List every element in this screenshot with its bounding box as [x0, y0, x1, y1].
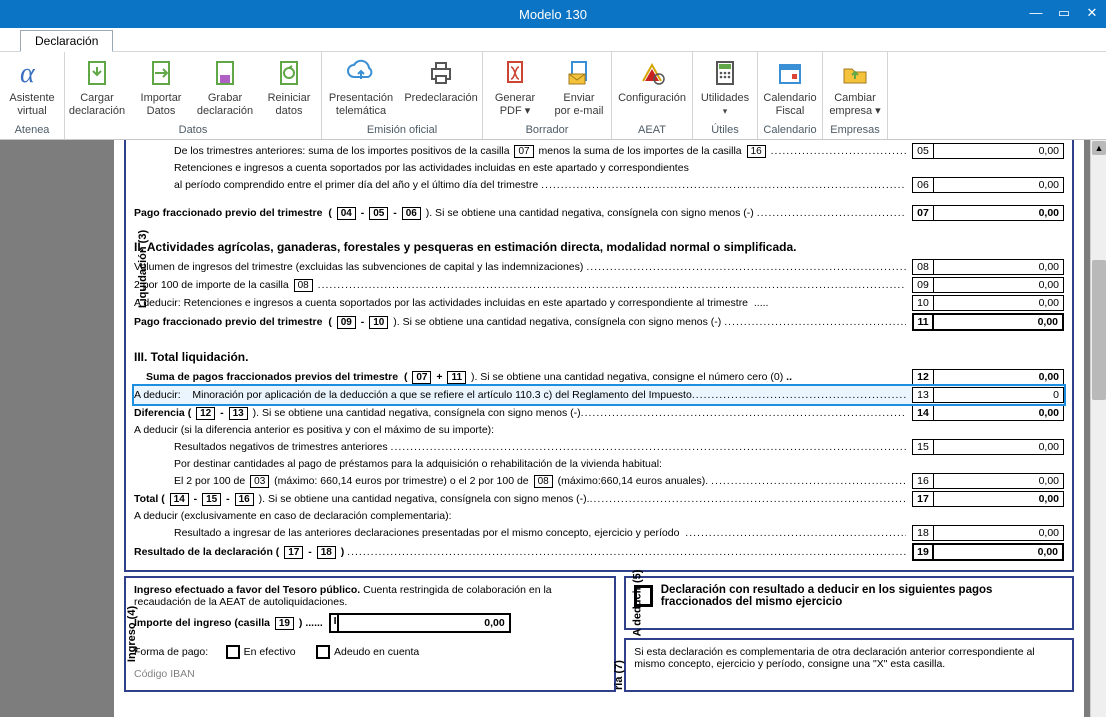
section-2-title: II. Actividades agrícolas, ganaderas, fo… [134, 240, 1064, 254]
group-label: Útiles [693, 122, 757, 139]
app-title: Modelo 130 [519, 7, 587, 22]
import-icon [131, 56, 191, 90]
alpha-icon: α [2, 56, 62, 90]
reset-icon [259, 56, 319, 90]
tab-declaracion[interactable]: Declaración [20, 30, 113, 52]
sidetab-ingreso: Ingreso (4) [126, 606, 138, 662]
generar-pdf-button[interactable]: GenerarPDF ▾ [483, 56, 547, 118]
folder-up-icon [825, 56, 885, 90]
vertical-scrollbar[interactable]: ▲ [1090, 140, 1106, 717]
casilla-15[interactable] [934, 439, 1064, 455]
load-icon [67, 56, 127, 90]
printer-icon [402, 56, 480, 90]
scroll-thumb[interactable] [1092, 260, 1106, 400]
casilla-06[interactable] [934, 177, 1064, 193]
group-label: AEAT [612, 122, 692, 139]
casilla-16[interactable] [934, 473, 1064, 489]
calendar-icon [760, 56, 820, 90]
sidetab-liquidacion: Liquidación (3) [137, 230, 149, 308]
sidetab-deducir: A deducir (5) [632, 570, 644, 637]
asistente-virtual-button[interactable]: α Asistentevirtual [0, 56, 64, 118]
casilla-07[interactable] [934, 205, 1064, 221]
cargar-declaracion-button[interactable]: Cargardeclaración [65, 56, 129, 118]
casilla-08[interactable] [934, 259, 1064, 275]
section-3-title: III. Total liquidación. [134, 350, 1064, 364]
scroll-up-icon[interactable]: ▲ [1092, 141, 1106, 155]
grabar-declaracion-button[interactable]: Grabardeclaración [193, 56, 257, 118]
casilla-19[interactable] [934, 543, 1064, 561]
enviar-email-button[interactable]: Enviarpor e-mail [547, 56, 611, 118]
group-label: Emisión oficial [322, 122, 482, 139]
casilla-05[interactable] [934, 143, 1064, 159]
casilla-13[interactable] [934, 387, 1064, 403]
save-icon [195, 56, 255, 90]
group-label: Datos [65, 122, 321, 139]
svg-text:α: α [20, 58, 36, 88]
configuracion-button[interactable]: Configuración [612, 56, 692, 105]
aeat-gear-icon [614, 56, 690, 90]
casilla-18[interactable] [934, 525, 1064, 541]
group-label: Empresas [823, 122, 887, 139]
cloud-upload-icon [324, 56, 398, 90]
casilla-10[interactable] [934, 295, 1064, 311]
group-label: Calendario [758, 122, 822, 139]
ribbon: α Asistentevirtual Atenea Cargardeclarac… [0, 52, 1106, 140]
importe-ingreso-input[interactable]: I [329, 613, 511, 633]
checkbox-efectivo[interactable] [226, 645, 240, 659]
cambiar-empresa-button[interactable]: Cambiarempresa ▾ [823, 56, 887, 118]
utilidades-button[interactable]: Utilidades▾ [693, 56, 757, 118]
calendario-fiscal-button[interactable]: CalendarioFiscal [758, 56, 822, 118]
maximize-button[interactable]: ▭ [1050, 0, 1078, 28]
form-page: Liquidación (3) De los trimestres anteri… [114, 140, 1084, 717]
group-label: Borrador [483, 122, 611, 139]
pdf-icon [485, 56, 545, 90]
highlighted-row-casilla-13: A deducir: Minoración por aplicación de … [134, 386, 1064, 404]
group-label: Atenea [0, 122, 64, 139]
casilla-17[interactable] [934, 491, 1064, 507]
checkbox-adeudo[interactable] [316, 645, 330, 659]
title-bar: Modelo 130 — ▭ ✕ [0, 0, 1106, 28]
casilla-09[interactable] [934, 277, 1064, 293]
casilla-14[interactable] [934, 405, 1064, 421]
minimize-button[interactable]: — [1022, 0, 1050, 28]
predeclaracion-button[interactable]: Predeclaración [400, 56, 482, 105]
ribbon-tab-row: Declaración [0, 28, 1106, 52]
importar-datos-button[interactable]: ImportarDatos [129, 56, 193, 118]
reiniciar-datos-button[interactable]: Reiniciardatos [257, 56, 321, 118]
casilla-12[interactable] [934, 369, 1064, 385]
email-icon [549, 56, 609, 90]
calculator-icon [695, 56, 755, 90]
close-button[interactable]: ✕ [1078, 0, 1106, 28]
casilla-11[interactable] [934, 313, 1064, 331]
presentacion-telematica-button[interactable]: Presentacióntelemática [322, 56, 400, 118]
sidetab-complementaria: ria (7) [613, 660, 625, 690]
